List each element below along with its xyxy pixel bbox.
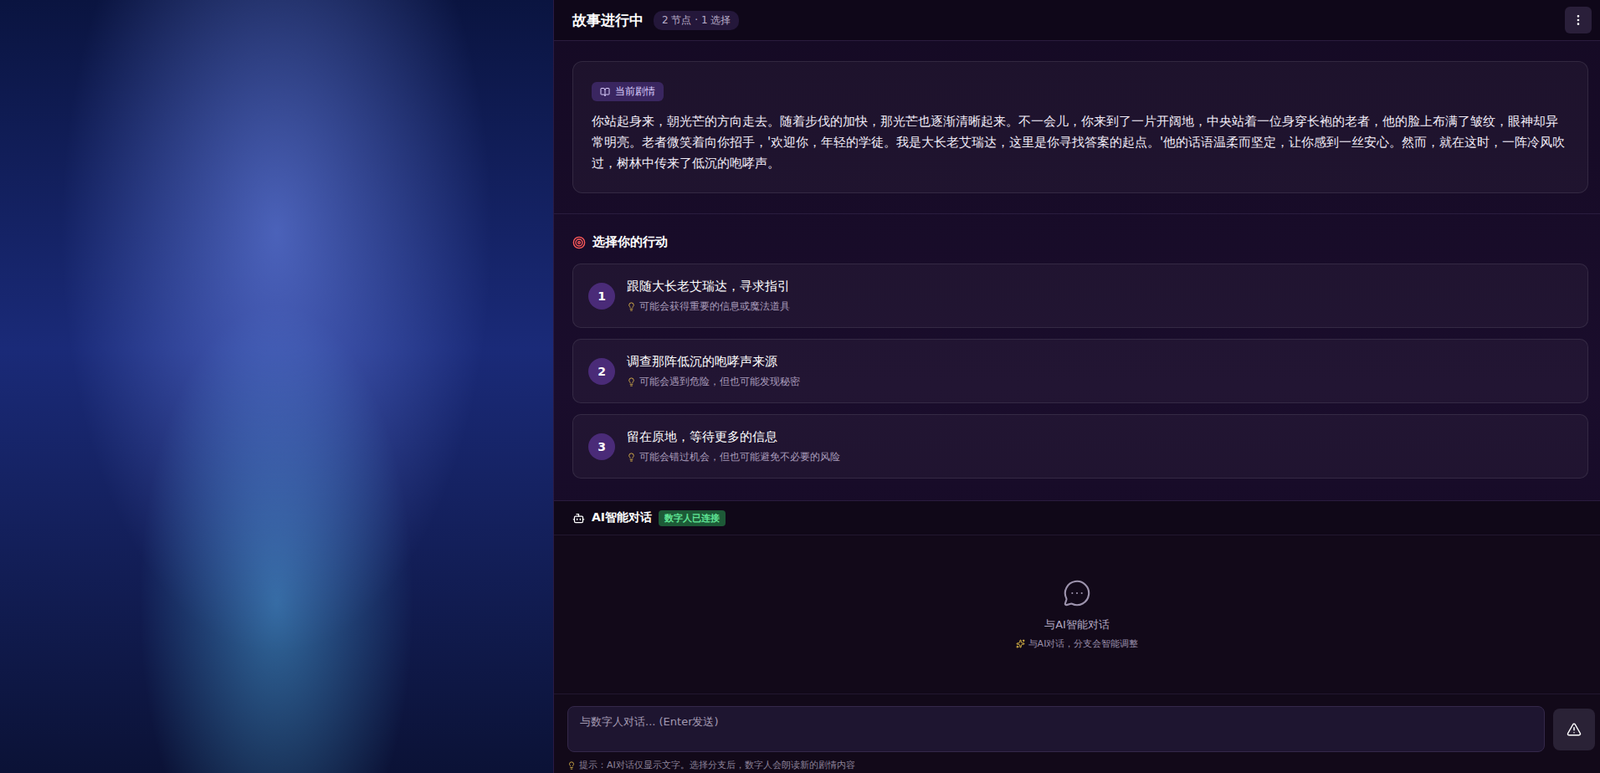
send-button[interactable] [1553, 708, 1595, 751]
choice-hint: 可能会获得重要的信息或魔法道具 [626, 299, 790, 314]
target-icon [572, 235, 586, 250]
chat-input[interactable] [567, 706, 1545, 753]
choice-body: 留在原地，等待更多的信息可能会错过机会，但也可能避免不必要的风险 [626, 429, 841, 465]
story-section: 当前剧情你站起身来，朝光芒的方向走去。随着步伐的加快，那光芒也逐渐清晰起来。不一… [553, 41, 1600, 215]
choice-card[interactable]: 2 调查那阵低沉的咆哮声来源可能会遇到危险，但也可能发现秘密 [572, 338, 1589, 404]
book-icon [600, 87, 611, 98]
choices-title: 选择你的行动 [572, 234, 1589, 251]
story-text: 你站起身来，朝光芒的方向走去。随着步伐的加快，那光芒也逐渐清晰起来。不一会儿，你… [591, 111, 1570, 175]
choice-label: 留在原地，等待更多的信息 [626, 429, 841, 446]
chat-bubble-icon [1062, 579, 1092, 608]
story-card: 当前剧情你站起身来，朝光芒的方向走去。随着步伐的加快，那光芒也逐渐清晰起来。不一… [572, 61, 1589, 194]
lightbulb-icon [626, 452, 636, 462]
chat-title: AI智能对话 [591, 510, 652, 526]
empty-hint: 与AI对话，分支会智能调整 [1015, 637, 1139, 651]
choice-label: 跟随大长老艾瑞达，寻求指引 [626, 278, 790, 295]
choice-number: 3 [588, 433, 616, 461]
header: 故事进行中 2 节点 · 1 选择 [553, 0, 1600, 42]
choice-hint: 可能会错过机会，但也可能避免不必要的风险 [626, 450, 841, 465]
more-icon [1571, 13, 1585, 27]
choice-body: 调查那阵低沉的咆哮声来源可能会遇到危险，但也可能发现秘密 [626, 353, 800, 390]
chat-empty: 与AI智能对话与AI对话，分支会智能调整 [553, 535, 1600, 694]
status-badge: 数字人已连接 [658, 510, 726, 527]
empty-title: 与AI智能对话 [1044, 617, 1110, 633]
lightbulb-icon [626, 302, 636, 312]
digital-human-scene [0, 0, 554, 773]
input-row [553, 693, 1600, 758]
footer-hint: 提示：AI对话仅显示文字。选择分支后，数字人会朗读新的剧情内容 [553, 757, 1600, 773]
choice-card[interactable]: 1 跟随大长老艾瑞达，寻求指引可能会获得重要的信息或魔法道具 [572, 263, 1589, 329]
choice-label: 调查那阵低沉的咆哮声来源 [626, 353, 800, 370]
menu-button[interactable] [1564, 6, 1592, 34]
header-title: 故事进行中 [572, 10, 644, 31]
send-icon [1566, 722, 1582, 738]
choice-card[interactable]: 3 留在原地，等待更多的信息可能会错过机会，但也可能避免不必要的风险 [572, 414, 1589, 479]
chat-header: AI智能对话数字人已连接 [553, 501, 1600, 536]
story-panel: 故事进行中 2 节点 · 1 选择当前剧情你站起身来，朝光芒的方向走去。随着步伐的… [553, 0, 1600, 773]
lightbulb-icon [567, 761, 576, 770]
choice-number: 1 [588, 282, 616, 310]
app: 故事进行中 2 节点 · 1 选择当前剧情你站起身来，朝光芒的方向走去。随着步伐的… [0, 0, 1600, 773]
choices-section: 选择你的行动 1 跟随大长老艾瑞达，寻求指引可能会获得重要的信息或魔法道具 2 调查那阵… [553, 214, 1600, 502]
choice-body: 跟随大长老艾瑞达，寻求指引可能会获得重要的信息或魔法道具 [626, 278, 790, 314]
story-badge: 当前剧情 [591, 82, 664, 102]
choice-number: 2 [588, 358, 616, 385]
choice-list: 1 跟随大长老艾瑞达，寻求指引可能会获得重要的信息或魔法道具 2 调查那阵低沉的咆哮声… [572, 263, 1589, 479]
sparkles-icon [1015, 639, 1026, 649]
lightbulb-icon [626, 377, 636, 387]
choice-hint: 可能会遇到危险，但也可能发现秘密 [626, 374, 800, 390]
stats-pill: 2 节点 · 1 选择 [653, 10, 739, 31]
robot-icon [572, 512, 585, 525]
